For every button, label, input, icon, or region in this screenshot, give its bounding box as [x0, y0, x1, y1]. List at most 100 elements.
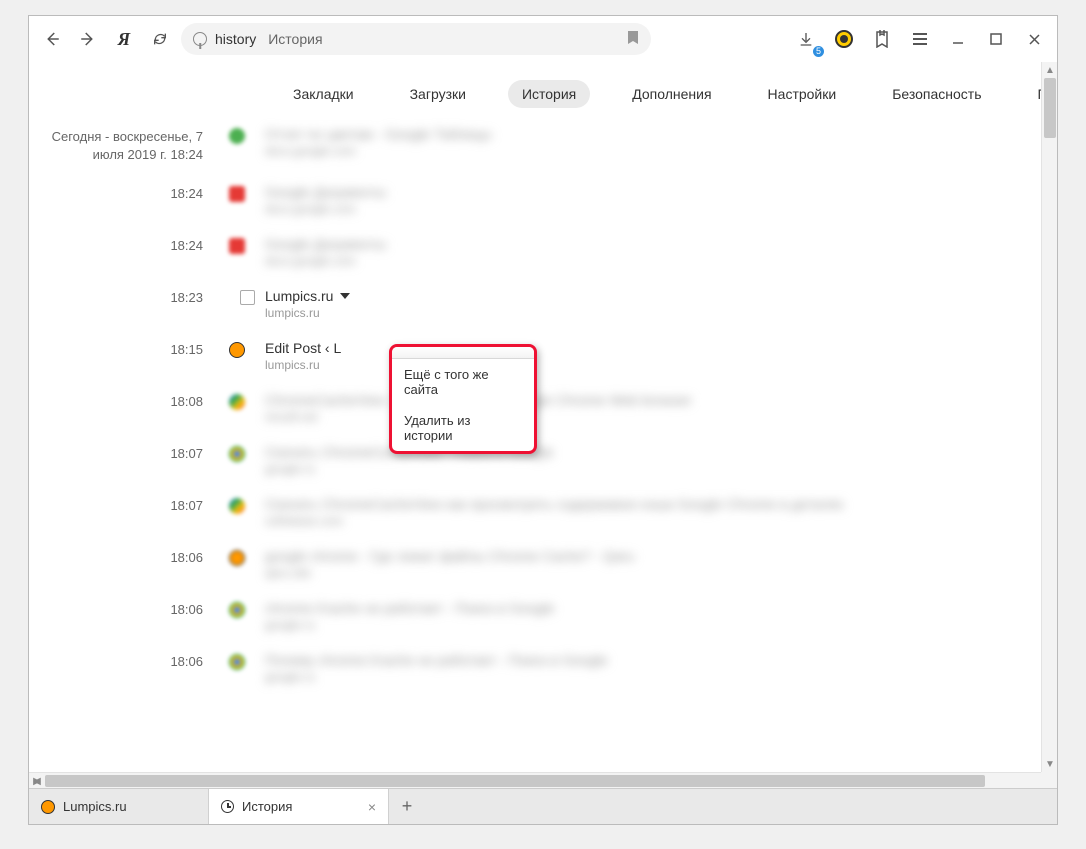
hamburger-icon	[912, 32, 928, 46]
history-entry-url: softobase.com	[265, 514, 1057, 528]
arrow-left-icon	[43, 30, 61, 48]
history-row[interactable]: 18:06 Почему chrome://cache не работает …	[29, 642, 1057, 694]
settings-nav: Закладки Загрузки История Дополнения Нас…	[29, 62, 1057, 116]
address-title: История	[268, 31, 322, 47]
address-host: history	[215, 31, 256, 47]
nav-settings[interactable]: Настройки	[754, 80, 851, 108]
scroll-corner	[1041, 772, 1057, 788]
history-time: 18:07	[29, 496, 229, 513]
downloads-button[interactable]: 5	[791, 24, 821, 54]
extension-button[interactable]	[829, 24, 859, 54]
history-row[interactable]: 18:24 Google Документы docs.google.com	[29, 174, 1057, 226]
scroll-up-icon[interactable]: ▲	[1042, 62, 1057, 78]
address-bar[interactable]: history История	[181, 23, 651, 55]
favicon	[229, 654, 245, 670]
browser-window: Я history История 5	[28, 15, 1058, 825]
history-row[interactable]: 18:07 Скачать ChromeCacheView как просмо…	[29, 486, 1057, 538]
reload-button[interactable]	[145, 24, 175, 54]
ctx-delete-from-history[interactable]: Удалить из истории	[392, 405, 534, 451]
bookmark-panel-icon	[874, 30, 890, 48]
history-entry-title: Edit Post ‹ L hidden text cov s	[265, 340, 1057, 356]
history-time: 18:06	[29, 600, 229, 617]
dropdown-caret-icon[interactable]	[340, 293, 350, 299]
bookmark-icon[interactable]	[627, 30, 639, 48]
history-entry-title: google chrome - Где лежат файлы Chrome C…	[265, 548, 1057, 564]
forward-button[interactable]	[73, 24, 103, 54]
new-tab-button[interactable]: +	[389, 796, 425, 817]
history-time: 18:07	[29, 444, 229, 461]
history-time: 18:24	[29, 236, 229, 253]
history-row[interactable]: 18:07 Скачать ChromeCacheView - Поиск в …	[29, 434, 1057, 486]
horizontal-scrollbar[interactable]: ◀ ▶	[29, 772, 1041, 788]
yandex-y-icon	[193, 32, 207, 46]
history-list: Сегодня - воскресенье, 7 июля 2019 г. 18…	[29, 116, 1057, 694]
history-entry-url: google.ru	[265, 618, 1057, 632]
back-button[interactable]	[37, 24, 67, 54]
history-row[interactable]: 18:06 google chrome - Где лежат файлы Ch…	[29, 538, 1057, 590]
history-row[interactable]: Сегодня - воскресенье, 7 июля 2019 г. 18…	[29, 116, 1057, 174]
content-area: Закладки Загрузки История Дополнения Нас…	[29, 62, 1057, 788]
nav-downloads[interactable]: Загрузки	[396, 80, 480, 108]
history-entry-title: Lumpics.ru	[265, 288, 1057, 304]
favicon	[229, 550, 245, 566]
history-entry-title: Скачать ChromeCacheView как просмотреть …	[265, 496, 1057, 512]
history-row[interactable]: 18:08 ChromeCacheView - Cache viewer for…	[29, 382, 1057, 434]
context-menu: Ещё с того же сайта Удалить из истории	[389, 344, 537, 454]
nav-bookmarks[interactable]: Закладки	[279, 80, 368, 108]
tab-close-button[interactable]: ×	[368, 799, 376, 815]
menu-button[interactable]	[905, 24, 935, 54]
tab-lumpics[interactable]: Lumpics.ru	[29, 789, 209, 824]
history-entry-url: docs.google.com	[265, 144, 1057, 158]
tab-favicon	[41, 800, 55, 814]
nav-addons[interactable]: Дополнения	[618, 80, 725, 108]
maximize-button[interactable]	[981, 24, 1011, 54]
history-entry-url: docs.google.com	[265, 202, 1057, 216]
vertical-scrollbar[interactable]: ▲ ▼	[1041, 62, 1057, 772]
history-time: 18:06	[29, 652, 229, 669]
favicon	[229, 186, 245, 202]
clock-icon	[221, 800, 234, 813]
history-row[interactable]: 18:24 Google Документы docs.google.com	[29, 226, 1057, 278]
favicon	[229, 602, 245, 618]
minimize-icon	[951, 32, 965, 46]
close-icon	[1028, 33, 1041, 46]
ctx-more-from-site[interactable]: Ещё с того же сайта	[392, 359, 534, 405]
history-entry-url: lumpics.ru	[265, 306, 1057, 320]
scroll-right-icon[interactable]: ▶	[29, 773, 45, 788]
history-entry-title: ChromeCacheView - Cache viewer for Googl…	[265, 392, 1057, 408]
horizontal-scroll-thumb[interactable]	[45, 775, 985, 787]
tab-history[interactable]: История ×	[209, 789, 389, 824]
history-entry-url: lumpics.ru	[265, 358, 1057, 372]
scroll-down-icon[interactable]: ▼	[1042, 756, 1057, 772]
history-entry-title: Отчет по цветам - Google Таблицы	[265, 126, 1057, 142]
arrow-right-icon	[79, 30, 97, 48]
downloads-badge: 5	[813, 46, 824, 57]
history-time: 18:06	[29, 548, 229, 565]
nav-security[interactable]: Безопасность	[878, 80, 995, 108]
toolbar: Я history История 5	[29, 16, 1057, 62]
history-time: 18:24	[29, 184, 229, 201]
history-entry-title: Почему chrome://cache не работает - Поис…	[265, 652, 1057, 668]
history-entry-title: chrome://cache не работает - Поиск в Goo…	[265, 600, 1057, 616]
yandex-home-button[interactable]: Я	[109, 24, 139, 54]
favicon	[229, 342, 245, 358]
favicon	[229, 394, 245, 410]
nav-history[interactable]: История	[508, 80, 590, 108]
toolbar-right: 5	[791, 24, 1049, 54]
download-icon	[798, 31, 814, 47]
bookmarks-panel-button[interactable]	[867, 24, 897, 54]
minimize-button[interactable]	[943, 24, 973, 54]
history-time: 18:15	[29, 340, 229, 357]
favicon	[229, 238, 245, 254]
favicon	[229, 128, 245, 144]
history-checkbox[interactable]	[240, 290, 255, 305]
history-entry-title: Скачать ChromeCacheView - Поиск в Google	[265, 444, 1057, 460]
history-row[interactable]: 18:15 Edit Post ‹ L hidden text cov s lu…	[29, 330, 1057, 382]
history-entry-url: google.ru	[265, 462, 1057, 476]
history-row[interactable]: 18:06 chrome://cache не работает - Поиск…	[29, 590, 1057, 642]
tab-label: Lumpics.ru	[63, 799, 127, 814]
vertical-scroll-thumb[interactable]	[1044, 78, 1056, 138]
history-entry-url: google.ru	[265, 670, 1057, 684]
close-window-button[interactable]	[1019, 24, 1049, 54]
history-row-selected[interactable]: 18:23 Lumpics.ru lumpics.ru	[29, 278, 1057, 330]
